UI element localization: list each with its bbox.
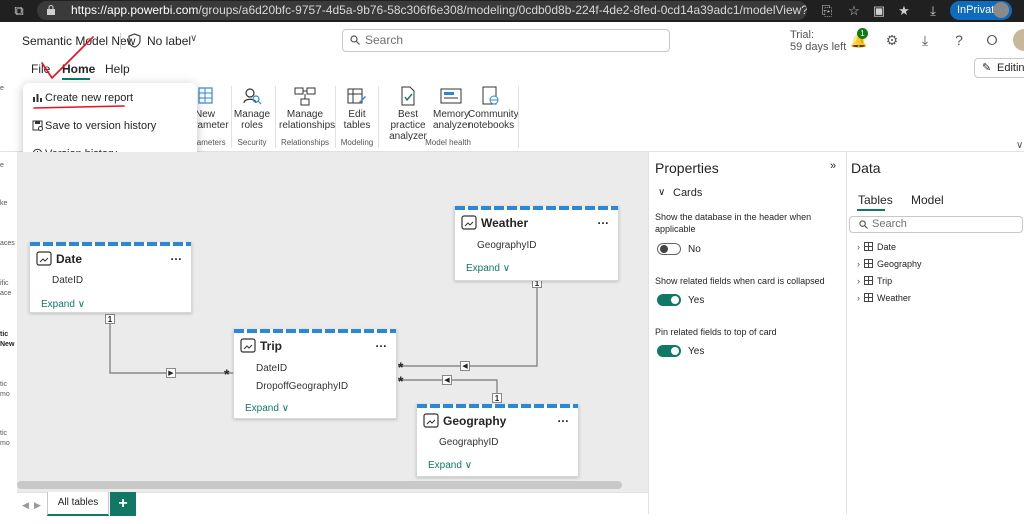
table-name: Date: [877, 242, 897, 252]
expand-link[interactable]: Expand ∨: [428, 460, 472, 471]
toggle-knob: [671, 347, 679, 355]
previous-tab-icon[interactable]: ◀: [22, 500, 29, 511]
expand-link[interactable]: Expand ∨: [466, 263, 510, 274]
pin-related-fields-toggle[interactable]: [657, 345, 681, 357]
card-header-stripe: [234, 329, 396, 333]
toggle-state: No: [688, 244, 701, 255]
more-options-icon[interactable]: …: [597, 213, 610, 227]
chevron-down-icon[interactable]: ∨: [658, 187, 665, 198]
table-grid-icon: [864, 242, 873, 251]
table-icon: [36, 251, 52, 266]
data-table-item[interactable]: › Date: [857, 242, 896, 252]
field-name[interactable]: DateID: [256, 363, 287, 374]
table-grid-icon: [864, 293, 873, 302]
option-label: Show related fields when card is collaps…: [655, 276, 825, 286]
data-title: Data: [851, 160, 881, 176]
table-grid-icon: [864, 259, 873, 268]
expand-link[interactable]: Expand ∨: [41, 299, 85, 310]
cardinality-many: *: [398, 373, 404, 389]
expand-label: Expand: [41, 299, 75, 310]
table-icon: [240, 338, 256, 353]
show-related-fields-toggle[interactable]: [657, 294, 681, 306]
data-table-item[interactable]: › Weather: [857, 293, 911, 303]
table-name: Geography: [877, 259, 922, 269]
data-search-input[interactable]: Search: [849, 216, 1023, 233]
toggle-state: Yes: [688, 346, 705, 357]
field-name[interactable]: GeographyID: [439, 437, 498, 448]
canvas-horizontal-scrollbar[interactable]: [17, 481, 622, 489]
filter-direction-left-icon: ◀: [460, 361, 470, 371]
tab-model[interactable]: Model: [911, 193, 944, 207]
table-card-geography[interactable]: Geography … GeographyID Expand ∨: [416, 404, 579, 477]
chevron-right-icon: ›: [857, 276, 860, 286]
more-options-icon[interactable]: …: [170, 249, 183, 263]
cardinality-one: 1: [105, 314, 115, 324]
add-layout-button[interactable]: +: [110, 492, 136, 516]
tab-all-tables[interactable]: All tables: [47, 492, 109, 516]
cardinality-many: *: [224, 366, 230, 382]
card-title: Date: [56, 252, 83, 266]
active-tab-indicator: [857, 209, 885, 211]
card-header-stripe: [30, 242, 191, 246]
more-options-icon[interactable]: …: [375, 336, 388, 350]
chevron-down-icon: ∨: [281, 403, 290, 414]
collapse-pane-icon[interactable]: »: [830, 160, 836, 172]
card-title: Geography: [443, 414, 507, 428]
table-grid-icon: [864, 276, 873, 285]
table-card-trip[interactable]: Trip … DateID DropoffGeographyID Expand …: [233, 329, 397, 419]
expand-label: Expand: [245, 403, 279, 414]
expand-label: Expand: [466, 263, 500, 274]
card-title: Trip: [260, 339, 283, 353]
more-options-icon[interactable]: …: [557, 411, 570, 425]
data-table-item[interactable]: › Trip: [857, 276, 892, 286]
table-card-date[interactable]: Date … DateID Expand ∨: [29, 242, 192, 313]
chevron-right-icon: ›: [857, 242, 860, 252]
chevron-down-icon: ∨: [502, 263, 511, 274]
toggle-state: Yes: [688, 295, 705, 306]
card-header-stripe: [455, 206, 618, 210]
expand-link[interactable]: Expand ∨: [245, 403, 289, 414]
table-icon: [423, 413, 439, 428]
properties-title: Properties: [655, 160, 719, 176]
table-name: Trip: [877, 276, 893, 286]
show-database-toggle[interactable]: [657, 243, 681, 255]
expand-label: Expand: [428, 460, 462, 471]
field-name[interactable]: DropoffGeographyID: [256, 381, 348, 392]
field-name[interactable]: DateID: [52, 275, 83, 286]
chevron-down-icon: ∨: [77, 299, 86, 310]
cards-section-header[interactable]: Cards: [673, 187, 702, 199]
filter-direction-left-icon: ◀: [442, 375, 452, 385]
cardinality-one: 1: [492, 393, 502, 403]
toggle-knob: [671, 296, 679, 304]
next-tab-icon[interactable]: ▶: [34, 500, 41, 511]
chevron-down-icon: ∨: [464, 460, 473, 471]
option-label: Pin related fields to top of card: [655, 327, 777, 337]
table-card-weather[interactable]: Weather … GeographyID Expand ∨: [454, 206, 619, 281]
filter-direction-right-icon: ▶: [166, 368, 176, 378]
chevron-right-icon: ›: [857, 293, 860, 303]
search-icon: [859, 220, 868, 229]
option-label: Show the database in the header when app…: [655, 212, 812, 234]
card-header-stripe: [417, 404, 578, 408]
toggle-knob: [660, 245, 668, 253]
field-name[interactable]: GeographyID: [477, 240, 536, 251]
tab-tables[interactable]: Tables: [858, 193, 893, 207]
table-name: Weather: [877, 293, 911, 303]
data-table-item[interactable]: › Geography: [857, 259, 922, 269]
chevron-right-icon: ›: [857, 259, 860, 269]
card-title: Weather: [481, 216, 529, 230]
table-icon: [461, 215, 477, 230]
